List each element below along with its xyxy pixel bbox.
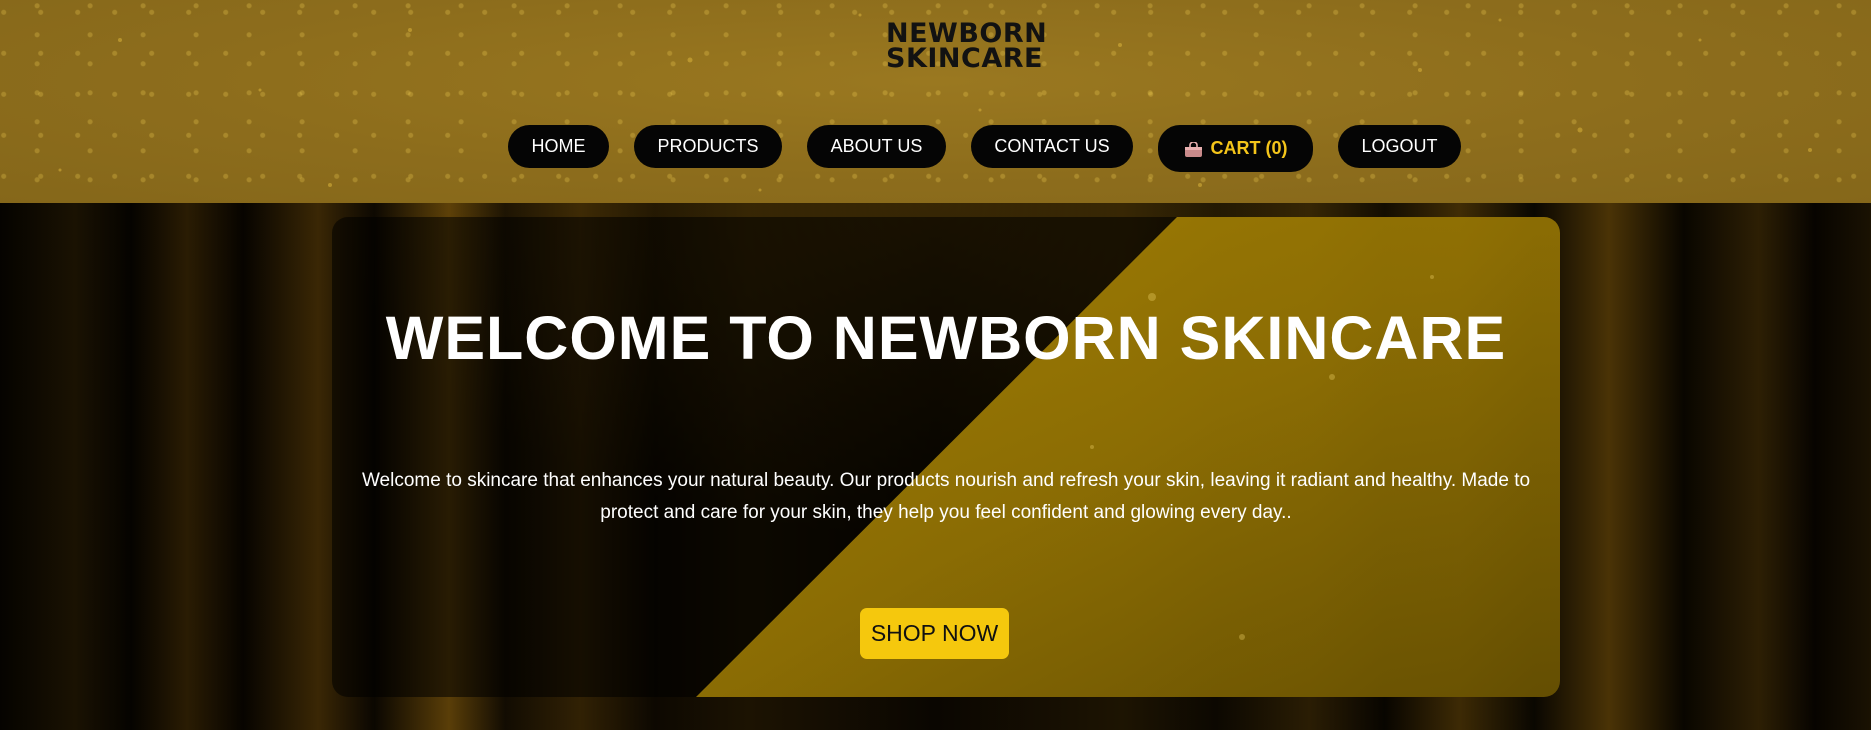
nav-logout-button[interactable]: LOGOUT [1338,125,1461,168]
nav-contact-button[interactable]: CONTACT US [971,125,1133,168]
hero-title: WELCOME TO NEWBORN SKINCARE [385,304,1507,372]
nav-about-button[interactable]: ABOUT US [807,125,946,168]
nav-home-label: HOME [531,136,586,156]
hero-description: Welcome to skincare that enhances your n… [361,470,1531,523]
main-nav: HOME PRODUCTS ABOUT US CONTACT US CART (… [0,125,1871,173]
shopping-bag-icon [1184,141,1203,157]
nav-about-label: ABOUT US [830,136,923,156]
nav-home-button[interactable]: HOME [508,125,609,168]
logo-line-2: SKINCARE [886,43,1043,74]
shop-now-button[interactable]: SHOP NOW [860,608,1009,659]
nav-products-button[interactable]: PRODUCTS [634,125,782,168]
nav-cart-button[interactable]: CART (0) [1158,125,1313,172]
nav-cart-label: CART (0) [1210,138,1288,158]
brand-logo[interactable]: NEWBORN SKINCARE [886,20,1047,77]
hero-section: WELCOME TO NEWBORN SKINCARE Welcome to s… [0,203,1871,730]
nav-products-label: PRODUCTS [657,136,759,156]
nav-logout-label: LOGOUT [1361,136,1438,156]
nav-contact-label: CONTACT US [994,136,1110,156]
site-header: NEWBORN SKINCARE HOME PRODUCTS ABOUT US … [0,0,1871,203]
